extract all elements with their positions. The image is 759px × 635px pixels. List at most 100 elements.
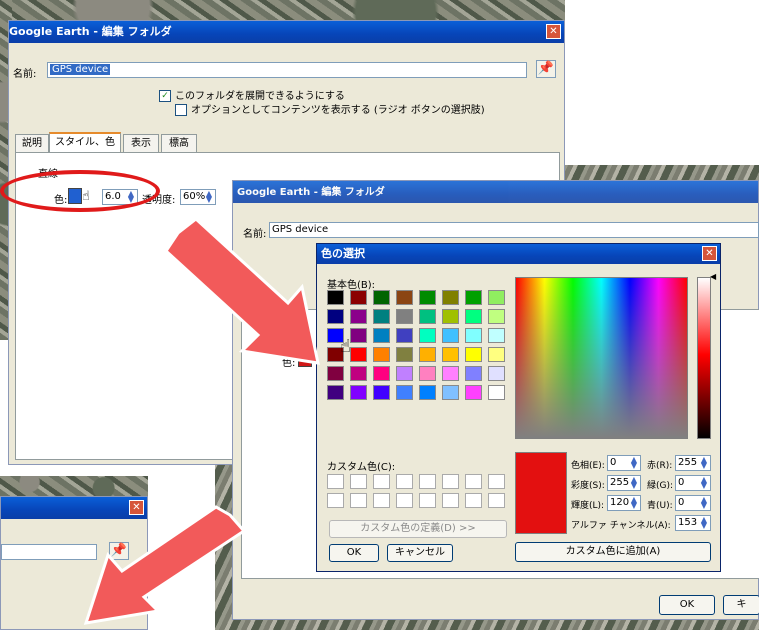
custom-color-slot[interactable] [396, 493, 413, 508]
tab-view[interactable]: 表示 [123, 134, 159, 152]
basic-color-swatch[interactable] [373, 309, 390, 324]
basic-color-swatch[interactable] [419, 328, 436, 343]
basic-color-swatch[interactable] [442, 290, 459, 305]
basic-color-swatch[interactable] [442, 366, 459, 381]
cancel-button[interactable]: キ [723, 595, 759, 615]
basic-color-swatch[interactable] [442, 347, 459, 362]
custom-color-slot[interactable] [465, 474, 482, 489]
basic-color-swatch[interactable] [419, 290, 436, 305]
basic-color-swatch[interactable] [419, 385, 436, 400]
custom-colors-label: カスタム色(C): [327, 462, 396, 473]
custom-color-slot[interactable] [396, 474, 413, 489]
color-preview [515, 452, 567, 534]
custom-color-slot[interactable] [419, 493, 436, 508]
basic-color-swatch[interactable] [488, 347, 505, 362]
pin-icon-button[interactable]: 📌 [536, 60, 556, 78]
basic-color-swatch[interactable] [488, 309, 505, 324]
radio-option-checkbox-row[interactable]: オプションとしてコンテンツを表示する (ラジオ ボタンの選択肢) [175, 101, 485, 116]
basic-color-swatch[interactable] [442, 385, 459, 400]
basic-color-swatch[interactable] [488, 385, 505, 400]
cursor-hand-icon: ☝ [340, 336, 351, 357]
spinner-arrows-icon[interactable]: ▲ ▼ [629, 496, 639, 510]
cancel-button[interactable]: キャンセル [387, 544, 453, 562]
basic-color-swatch[interactable] [396, 309, 413, 324]
basic-color-swatch[interactable] [465, 328, 482, 343]
basic-color-swatch[interactable] [442, 328, 459, 343]
ok-button[interactable]: OK [659, 595, 715, 615]
basic-color-swatch[interactable] [465, 290, 482, 305]
alpha-input[interactable]: 153 ▲ ▼ [675, 515, 711, 531]
add-to-custom-colors-button[interactable]: カスタム色に追加(A) [515, 542, 711, 562]
luminance-input[interactable]: 120 ▲ ▼ [607, 495, 641, 511]
spinner-arrows-icon[interactable]: ▲ ▼ [699, 496, 709, 510]
basic-color-swatch[interactable] [396, 385, 413, 400]
tab-description[interactable]: 説明 [15, 134, 49, 152]
checkbox-checked[interactable]: ✓ [159, 90, 171, 102]
basic-color-swatch[interactable] [373, 290, 390, 305]
basic-color-swatch[interactable] [488, 366, 505, 381]
red-input[interactable]: 255 ▲ ▼ [675, 455, 711, 471]
basic-color-swatch[interactable] [350, 309, 367, 324]
custom-color-slot[interactable] [373, 474, 390, 489]
custom-color-slot[interactable] [350, 493, 367, 508]
basic-color-swatch[interactable] [465, 385, 482, 400]
basic-color-swatch[interactable] [396, 347, 413, 362]
basic-color-swatch[interactable] [396, 366, 413, 381]
define-custom-colors-button[interactable]: カスタム色の定義(D) >> [329, 520, 507, 538]
basic-color-swatch[interactable] [465, 366, 482, 381]
basic-color-swatch[interactable] [350, 385, 367, 400]
basic-color-swatch[interactable] [327, 385, 344, 400]
basic-color-swatch[interactable] [419, 366, 436, 381]
custom-color-slot[interactable] [419, 474, 436, 489]
custom-color-slot[interactable] [373, 493, 390, 508]
custom-color-slot[interactable] [488, 493, 505, 508]
basic-color-swatch[interactable] [465, 347, 482, 362]
basic-color-swatch[interactable] [396, 290, 413, 305]
basic-color-swatch[interactable] [488, 328, 505, 343]
basic-color-swatch[interactable] [488, 290, 505, 305]
basic-color-swatch[interactable] [442, 309, 459, 324]
basic-color-swatch[interactable] [373, 385, 390, 400]
color-spectrum-area[interactable] [515, 277, 688, 439]
custom-color-slot[interactable] [327, 493, 344, 508]
custom-color-slot[interactable] [465, 493, 482, 508]
ok-button[interactable]: OK [329, 544, 379, 562]
spinner-arrows-icon[interactable]: ▲ ▼ [699, 456, 709, 470]
custom-color-slot[interactable] [350, 474, 367, 489]
basic-color-swatch[interactable] [350, 347, 367, 362]
name-input[interactable]: GPS device [269, 222, 759, 238]
basic-color-swatch[interactable] [373, 328, 390, 343]
custom-color-slot[interactable] [488, 474, 505, 489]
custom-color-slot[interactable] [442, 493, 459, 508]
basic-color-swatch[interactable] [373, 366, 390, 381]
blue-input[interactable]: 0 ▲ ▼ [675, 495, 711, 511]
opacity-spinner[interactable]: 60% ▲ ▼ [180, 189, 216, 205]
custom-color-slot[interactable] [327, 474, 344, 489]
spinner-arrows-icon[interactable]: ▲ ▼ [204, 190, 214, 204]
basic-color-swatch[interactable] [373, 347, 390, 362]
basic-color-swatch[interactable] [396, 328, 413, 343]
close-icon[interactable]: ✕ [546, 24, 561, 39]
expandable-checkbox-row[interactable]: ✓ このフォルダを展開できるようにする [159, 87, 345, 102]
luminance-arrow-icon[interactable]: ◀ [710, 272, 716, 281]
green-input[interactable]: 0 ▲ ▼ [675, 475, 711, 491]
close-icon[interactable]: ✕ [702, 246, 717, 261]
spinner-arrows-icon[interactable]: ▲ ▼ [629, 476, 639, 490]
hue-input[interactable]: 0 ▲ ▼ [607, 455, 641, 471]
spinner-arrows-icon[interactable]: ▲ ▼ [629, 456, 639, 470]
spinner-arrows-icon[interactable]: ▲ ▼ [699, 516, 709, 530]
tab-altitude[interactable]: 標高 [161, 134, 197, 152]
basic-color-swatch[interactable] [350, 328, 367, 343]
checkbox-unchecked[interactable] [175, 104, 187, 116]
basic-color-swatch[interactable] [465, 309, 482, 324]
spinner-arrows-icon[interactable]: ▲ ▼ [699, 476, 709, 490]
custom-color-slot[interactable] [442, 474, 459, 489]
basic-color-swatch[interactable] [350, 366, 367, 381]
luminance-slider[interactable] [697, 277, 711, 439]
basic-color-swatch[interactable] [350, 290, 367, 305]
basic-color-swatch[interactable] [419, 309, 436, 324]
tab-style-color[interactable]: スタイル、色 [49, 132, 121, 152]
saturation-input[interactable]: 255 ▲ ▼ [607, 475, 641, 491]
basic-color-swatch[interactable] [419, 347, 436, 362]
name-input[interactable]: GPS device [47, 62, 527, 78]
